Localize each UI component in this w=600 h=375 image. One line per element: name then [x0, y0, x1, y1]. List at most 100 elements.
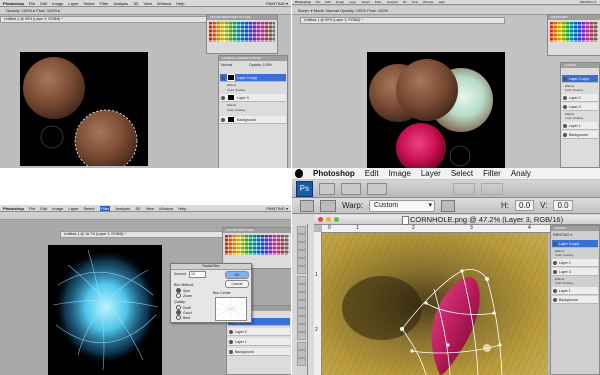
- q2-menu-image[interactable]: Image: [336, 0, 344, 4]
- visibility-eye-icon[interactable]: [221, 117, 225, 122]
- q1-workspace-switcher[interactable]: PAINTING ▾: [266, 1, 288, 6]
- q3-menu-filter[interactable]: Filter: [99, 205, 111, 211]
- q1-layer-row[interactable]: Background: [220, 116, 286, 124]
- amount-field[interactable]: 10: [189, 271, 206, 278]
- q1-swatches-tabs[interactable]: COLOR SWATCHES STYLES: [207, 15, 277, 20]
- visibility-eye-icon[interactable]: [553, 260, 557, 265]
- healing-brush-tool-icon[interactable]: [297, 276, 306, 284]
- q2-app-name[interactable]: Photoshop: [295, 0, 311, 4]
- q3-swatches-tabs[interactable]: COLOR SWATCHES: [223, 228, 291, 233]
- q1-menu-filter[interactable]: Filter: [100, 1, 109, 6]
- q3-layer-row[interactable]: Layer 2: [228, 328, 290, 336]
- q3-swatch-grid[interactable]: [225, 235, 289, 255]
- q2-brush-options[interactable]: Brush: ▾ Mode: Normal Opacity: 100% Flow…: [298, 8, 388, 13]
- quick-select-tool-icon[interactable]: [297, 250, 306, 258]
- eyedropper-tool-icon[interactable]: [297, 266, 306, 274]
- q4-menu-image[interactable]: Layer: [421, 169, 441, 178]
- visibility-eye-icon[interactable]: [563, 132, 567, 137]
- q2-menu-3d[interactable]: 3D: [403, 0, 407, 4]
- q3-app-name[interactable]: Photoshop: [3, 206, 24, 211]
- v-value[interactable]: 0.0: [553, 200, 573, 211]
- q1-document-tab[interactable]: Untitled-1 @ 50% (Layer 3, RGB/8) *: [0, 16, 210, 23]
- q2-layer-row[interactable]: Layer 2: [562, 94, 598, 102]
- visibility-eye-icon[interactable]: [553, 297, 557, 302]
- q4-app-name[interactable]: Photoshop: [313, 169, 355, 178]
- q4-layer-row[interactable]: Layer 2: [552, 259, 598, 267]
- q1-menu-file[interactable]: File: [29, 1, 35, 6]
- visibility-eye-icon[interactable]: [221, 95, 225, 100]
- visibility-eye-icon[interactable]: [229, 349, 233, 354]
- q2-workspace-switcher[interactable]: PAINTING ▾: [580, 0, 596, 4]
- method-zoom-radio[interactable]: Zoom: [176, 293, 192, 298]
- q3-layer-row[interactable]: Layer 1: [228, 338, 290, 346]
- q3-menu-select[interactable]: Select: [83, 206, 94, 211]
- type-tool-icon[interactable]: [297, 350, 306, 358]
- q4-menu-filter[interactable]: Analy: [511, 169, 531, 178]
- path-select-tool-icon[interactable]: [297, 358, 306, 366]
- visibility-eye-icon[interactable]: [553, 269, 557, 274]
- arrange-documents-icon[interactable]: [453, 182, 475, 195]
- marquee-tool-icon[interactable]: [297, 234, 306, 242]
- ps-logo-icon[interactable]: Ps: [296, 180, 313, 197]
- q1-brush-options[interactable]: Opacity: 100% ▸ Flow: 100% ▸: [6, 8, 60, 13]
- q2-layers-tabs[interactable]: LAYERS: [561, 63, 599, 68]
- dodge-tool-icon[interactable]: [297, 332, 306, 340]
- q2-swatches-tabs[interactable]: SWATCHES: [548, 15, 600, 20]
- q2-menu-file[interactable]: File: [316, 0, 321, 4]
- q1-blend-mode[interactable]: Normal: [221, 63, 232, 67]
- q2-menu-select[interactable]: Select: [362, 0, 370, 4]
- q3-menu-file[interactable]: File: [29, 206, 35, 211]
- brush-tool-icon[interactable]: [297, 284, 306, 292]
- visibility-eye-icon[interactable]: [553, 241, 557, 246]
- q2-menu-filter[interactable]: Filter: [375, 0, 382, 4]
- crop-tool-icon[interactable]: [297, 258, 306, 266]
- q2-document-tab[interactable]: Untitled-1 @ 50% (Layer 3, RGB/8) *: [300, 17, 505, 24]
- q2-layer-row[interactable]: Layer 3: [562, 103, 598, 111]
- eraser-tool-icon[interactable]: [297, 308, 306, 316]
- q3-menu-image[interactable]: Image: [52, 206, 63, 211]
- q4-workspace-switcher[interactable]: PAINTING ▾: [553, 233, 572, 237]
- q3-menu-analysis[interactable]: Analysis: [115, 206, 130, 211]
- q4-canvas[interactable]: [322, 233, 548, 375]
- q3-menu-help[interactable]: Help: [178, 206, 186, 211]
- q1-swatch-grid[interactable]: [209, 22, 275, 42]
- history-brush-tool-icon[interactable]: [297, 300, 306, 308]
- minimize-button[interactable]: [326, 217, 331, 222]
- q2-layer-row[interactable]: Layer 1: [562, 122, 598, 130]
- q2-menu-view[interactable]: View: [412, 0, 418, 4]
- q4-layer-row[interactable]: Layer 1: [552, 287, 598, 295]
- cancel-button[interactable]: Cancel: [225, 280, 249, 288]
- q4-layers-tabs[interactable]: LAYERS: [551, 226, 599, 231]
- q1-menu-3d[interactable]: 3D: [133, 1, 138, 6]
- lasso-tool-icon[interactable]: [297, 242, 306, 250]
- q1-menu-select[interactable]: Select: [83, 1, 94, 6]
- visibility-eye-icon[interactable]: [229, 329, 233, 334]
- vertical-ruler[interactable]: 1 2 3: [314, 232, 322, 375]
- q1-app-name[interactable]: Photoshop: [3, 1, 24, 6]
- warp-style-select[interactable]: Custom: [369, 199, 436, 212]
- visibility-eye-icon[interactable]: [221, 75, 225, 80]
- zoom-level-icon[interactable]: [367, 182, 387, 195]
- q3-menu-view[interactable]: View: [145, 206, 154, 211]
- q3-workspace-switcher[interactable]: PAINTING ▾: [266, 206, 288, 211]
- screen-mode-icon[interactable]: [481, 182, 503, 195]
- ok-button[interactable]: OK: [225, 271, 249, 279]
- q4-layer-row[interactable]: Layer 3 copy: [552, 240, 598, 248]
- blur-center-preview[interactable]: [215, 297, 247, 321]
- visibility-eye-icon[interactable]: [563, 123, 567, 128]
- q1-layer-row[interactable]: Layer 3: [220, 94, 286, 102]
- q1-menu-analysis[interactable]: Analysis: [113, 1, 128, 6]
- q3-menu-edit[interactable]: Edit: [40, 206, 47, 211]
- q4-layer-row[interactable]: Layer 3: [552, 268, 598, 276]
- q2-canvas[interactable]: [367, 52, 505, 168]
- q3-menu-layer[interactable]: Layer: [68, 206, 78, 211]
- quality-best-radio[interactable]: Best: [176, 315, 192, 320]
- clone-stamp-tool-icon[interactable]: [297, 292, 306, 300]
- blur-tool-icon[interactable]: [297, 324, 306, 332]
- h-value[interactable]: 0.0: [515, 200, 535, 211]
- q4-menu-edit[interactable]: Image: [389, 169, 411, 178]
- q2-menu-layer[interactable]: Layer: [349, 0, 357, 4]
- view-extras-icon[interactable]: [341, 182, 361, 195]
- q4-menu-file[interactable]: Edit: [365, 169, 379, 178]
- q2-menu-help[interactable]: Help: [439, 0, 445, 4]
